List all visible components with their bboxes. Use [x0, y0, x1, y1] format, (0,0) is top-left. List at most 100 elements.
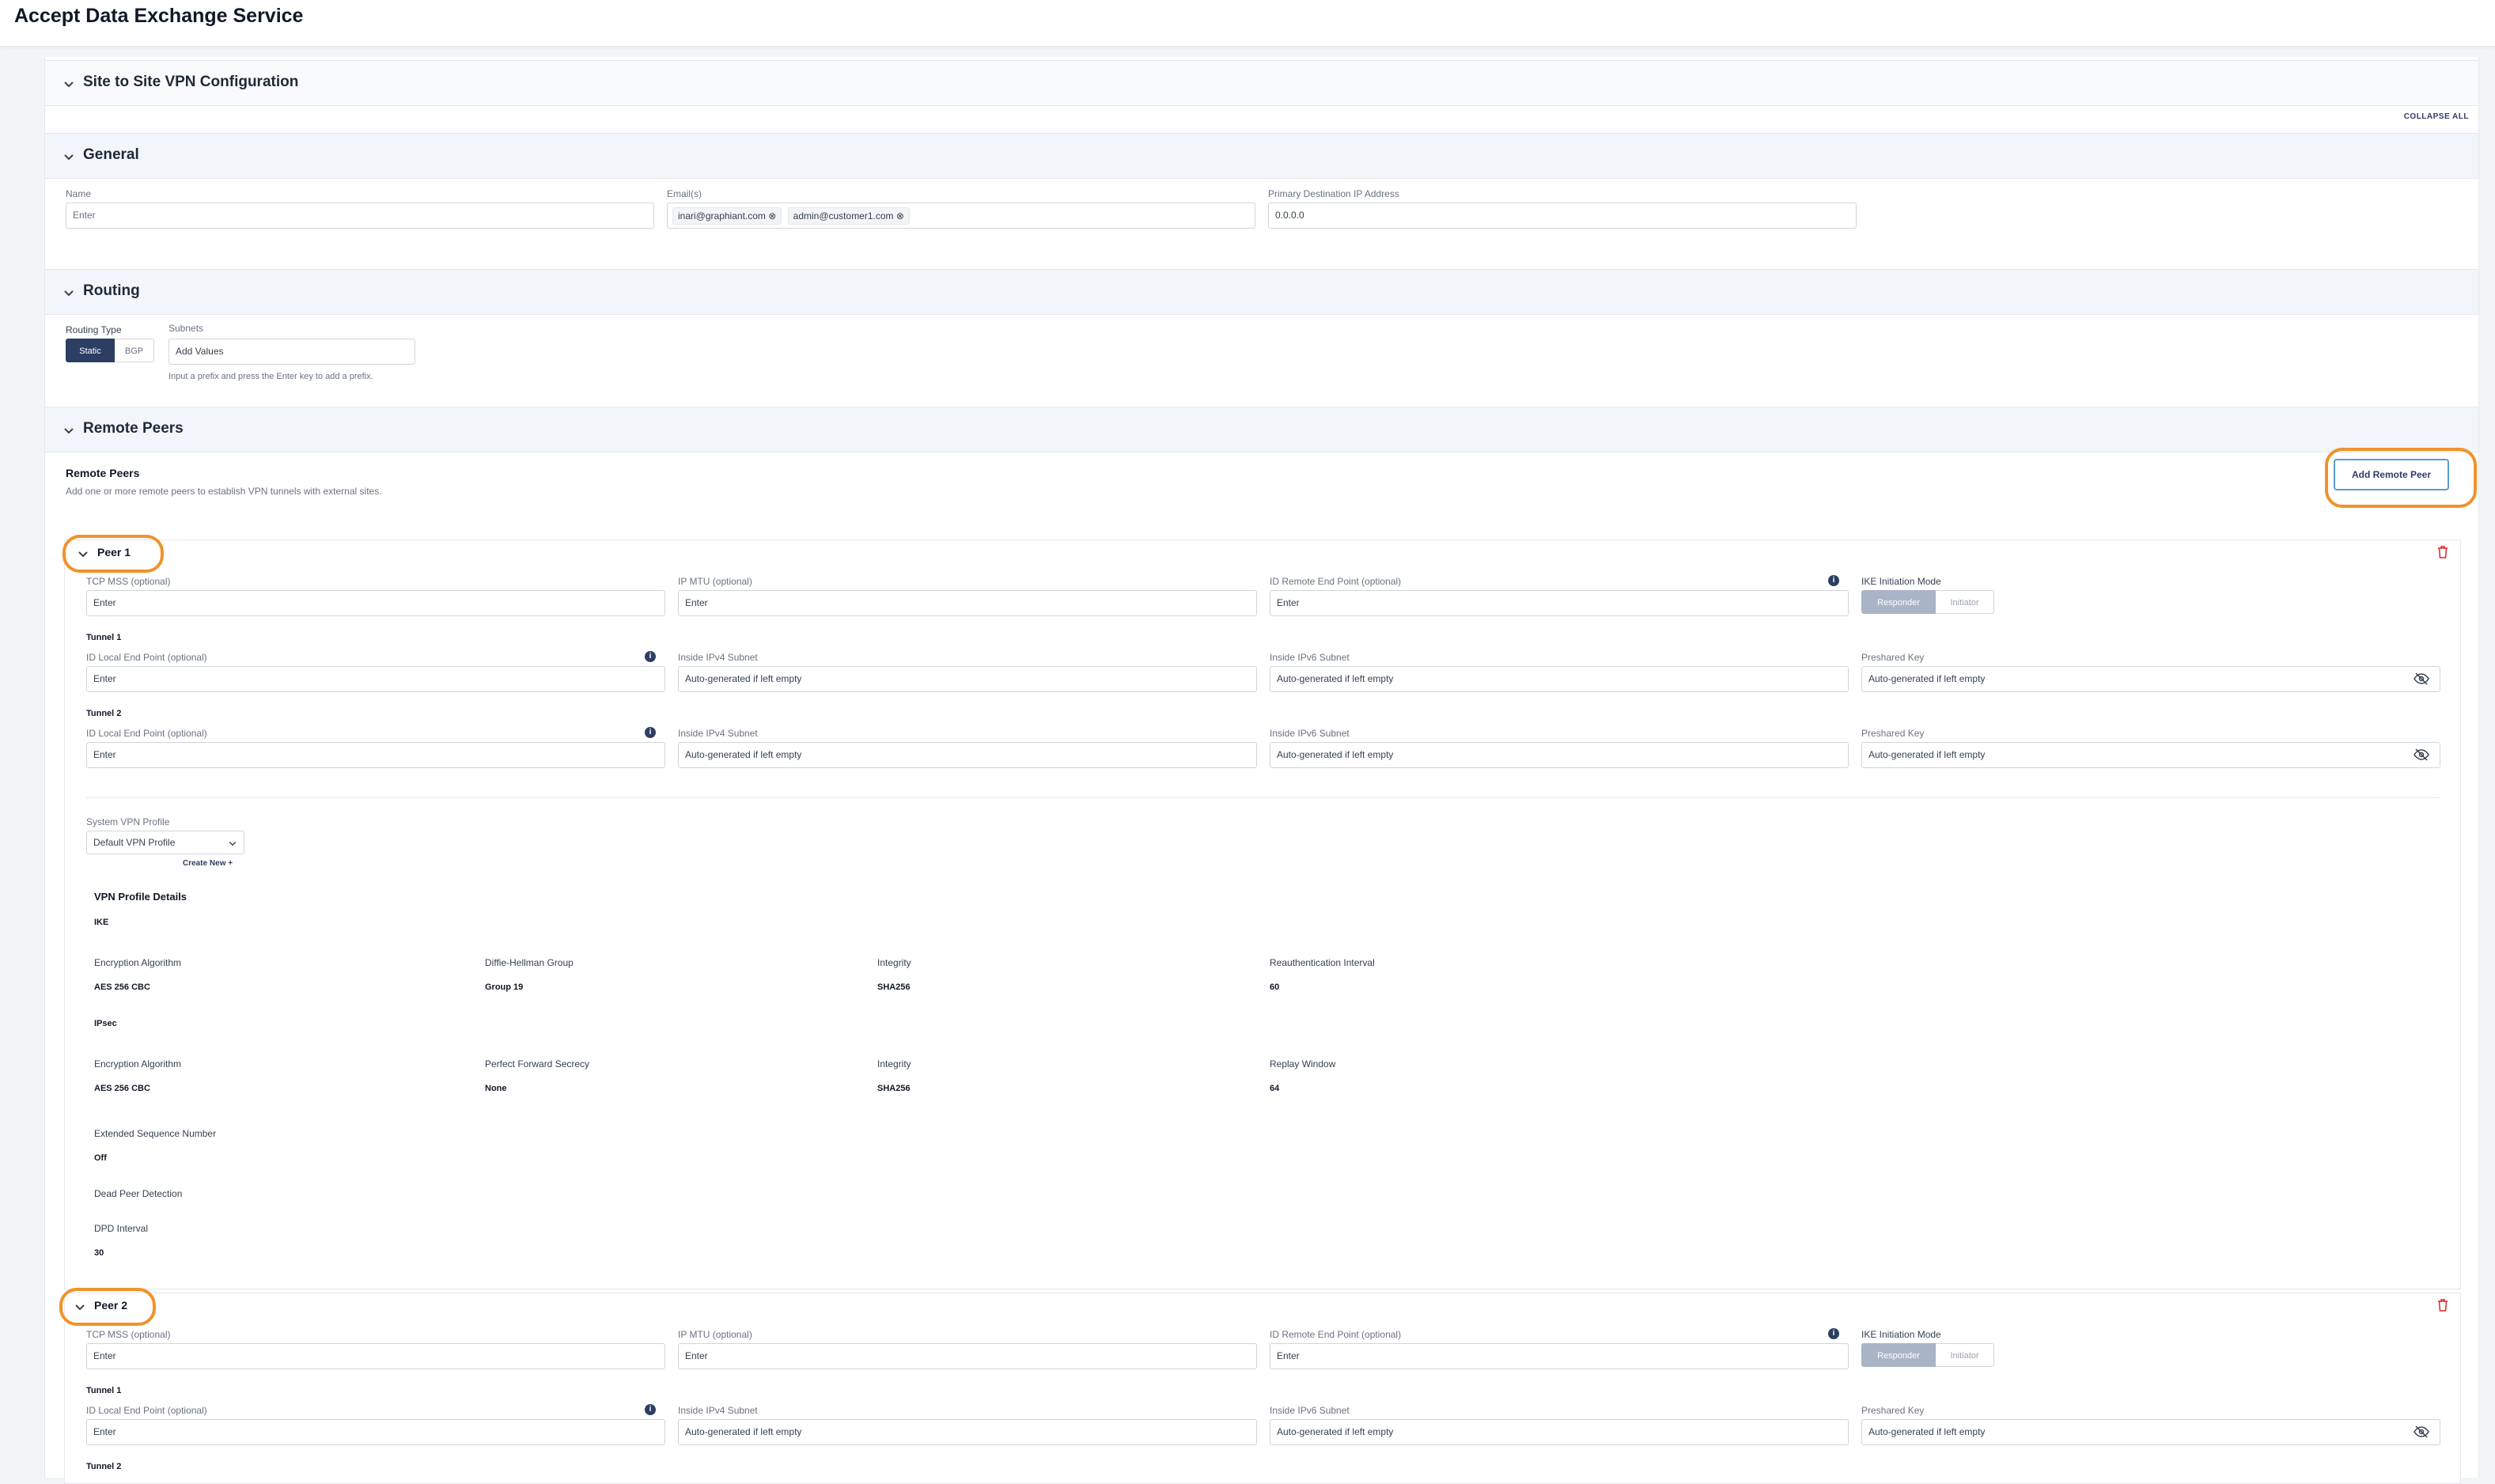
ike-initiator-button[interactable]: Initiator: [1936, 1343, 1994, 1367]
id-local-label: ID Local End Point (optional): [86, 1405, 207, 1416]
inside-ipv4-label: Inside IPv4 Subnet: [678, 1405, 758, 1416]
ike-title: IKE: [94, 918, 109, 927]
inside-ipv4-input[interactable]: Auto-generated if left empty: [678, 666, 1257, 692]
peer-title[interactable]: Peer 2: [94, 1299, 127, 1312]
info-icon[interactable]: i: [1828, 1328, 1839, 1339]
id-remote-label: ID Remote End Point (optional): [1270, 576, 1402, 587]
ike-mode-label: IKE Initiation Mode: [1861, 576, 1941, 587]
ike-dh-group-value: Group 19: [485, 982, 524, 992]
inside-ipv6-input[interactable]: Auto-generated if left empty: [1270, 742, 1849, 768]
inside-ipv6-input[interactable]: Auto-generated if left empty: [1270, 666, 1849, 692]
info-icon[interactable]: i: [1828, 575, 1839, 586]
preshared-key-input[interactable]: Auto-generated if left empty: [1861, 666, 2440, 692]
subnets-label: Subnets: [168, 323, 204, 334]
routing-static-button[interactable]: Static: [66, 339, 115, 362]
inside-ipv4-label: Inside IPv4 Subnet: [678, 652, 758, 663]
tunnel-1-label: Tunnel 1: [86, 633, 122, 642]
ike-integrity-label: Integrity: [877, 957, 911, 968]
name-input[interactable]: Enter: [66, 203, 654, 229]
ike-initiator-button[interactable]: Initiator: [1936, 590, 1994, 614]
trash-icon[interactable]: [2436, 545, 2449, 559]
remote-peers-description: Add one or more remote peers to establis…: [66, 486, 382, 497]
emails-label: Email(s): [667, 188, 702, 199]
ipsec-replay-label: Replay Window: [1270, 1058, 1336, 1069]
chevron-down-icon[interactable]: [74, 1300, 86, 1313]
subnets-input[interactable]: Add Values: [168, 339, 415, 365]
inside-ipv6-input[interactable]: Auto-generated if left empty: [1270, 1419, 1849, 1445]
chevron-down-icon[interactable]: [62, 150, 75, 163]
esn-label: Extended Sequence Number: [94, 1128, 217, 1139]
inside-ipv6-label: Inside IPv6 Subnet: [1270, 652, 1350, 663]
info-icon[interactable]: i: [645, 1404, 656, 1415]
id-local-label: ID Local End Point (optional): [86, 728, 207, 739]
tcp-mss-input[interactable]: Enter: [86, 590, 665, 616]
ike-integrity-value: SHA256: [877, 982, 911, 992]
ike-responder-button[interactable]: Responder: [1861, 1343, 1936, 1367]
add-remote-peer-button[interactable]: Add Remote Peer: [2334, 459, 2449, 490]
chevron-down-icon[interactable]: [62, 424, 75, 437]
tcp-mss-input[interactable]: Enter: [86, 1343, 665, 1369]
trash-icon[interactable]: [2436, 1298, 2449, 1312]
chevron-down-icon[interactable]: [62, 78, 75, 90]
id-remote-input[interactable]: Enter: [1270, 590, 1849, 616]
tcp-mss-label: TCP MSS (optional): [86, 576, 171, 587]
routing-bgp-button[interactable]: BGP: [115, 339, 154, 362]
remote-peers-heading: Remote Peers: [66, 467, 140, 479]
ike-dh-group-label: Diffie-Hellman Group: [485, 957, 574, 968]
id-local-input[interactable]: Enter: [86, 666, 665, 692]
info-icon[interactable]: i: [645, 727, 656, 738]
ip-mtu-input[interactable]: Enter: [678, 1343, 1257, 1369]
eye-off-icon[interactable]: [2414, 748, 2429, 761]
subnets-hint: Input a prefix and press the Enter key t…: [168, 372, 373, 381]
section-title-routing: Routing: [83, 282, 140, 299]
inside-ipv4-input[interactable]: Auto-generated if left empty: [678, 1419, 1257, 1445]
create-new-link[interactable]: Create New +: [183, 859, 233, 868]
ip-mtu-label: IP MTU (optional): [678, 576, 752, 587]
ipsec-replay-value: 64: [1270, 1084, 1280, 1093]
email-chip[interactable]: inari@graphiant.com ⊗: [672, 207, 782, 225]
primary-ip-label: Primary Destination IP Address: [1268, 188, 1399, 199]
id-remote-input[interactable]: Enter: [1270, 1343, 1849, 1369]
vpn-profile-details-title: VPN Profile Details: [94, 891, 187, 903]
preshared-key-input[interactable]: Auto-generated if left empty: [1861, 1419, 2440, 1445]
eye-off-icon[interactable]: [2414, 672, 2429, 685]
eye-off-icon[interactable]: [2414, 1425, 2429, 1438]
chevron-down-icon[interactable]: [77, 547, 89, 560]
routing-section-header[interactable]: Routing: [45, 269, 2478, 315]
chevron-down-icon[interactable]: [62, 286, 75, 299]
vpn-profile-select[interactable]: Default VPN Profile: [86, 831, 244, 854]
dpd-interval-label: DPD Interval: [94, 1223, 149, 1234]
divider: [86, 797, 2440, 798]
inside-ipv6-label: Inside IPv6 Subnet: [1270, 728, 1350, 739]
id-local-input[interactable]: Enter: [86, 1419, 665, 1445]
dpd-label: Dead Peer Detection: [94, 1188, 183, 1199]
ike-encryption-label: Encryption Algorithm: [94, 957, 182, 968]
tcp-mss-label: TCP MSS (optional): [86, 1329, 171, 1340]
page-title: Accept Data Exchange Service: [14, 5, 304, 27]
section-title-general: General: [83, 146, 139, 163]
remote-peers-section-header[interactable]: Remote Peers: [45, 407, 2478, 452]
email-chip[interactable]: admin@customer1.com ⊗: [787, 207, 910, 225]
general-section-header[interactable]: General: [45, 133, 2478, 179]
id-local-input[interactable]: Enter: [86, 742, 665, 768]
preshared-key-input[interactable]: Auto-generated if left empty: [1861, 742, 2440, 768]
peer-card-2: [64, 1293, 2461, 1484]
site-to-site-header[interactable]: Site to Site VPN Configuration: [45, 60, 2478, 106]
preshared-key-label: Preshared Key: [1861, 1405, 1925, 1416]
ipsec-encryption-value: AES 256 CBC: [94, 1084, 150, 1093]
peer-title[interactable]: Peer 1: [97, 546, 131, 558]
ipsec-pfs-value: None: [485, 1084, 507, 1093]
inside-ipv4-input[interactable]: Auto-generated if left empty: [678, 742, 1257, 768]
section-title-site-to-site: Site to Site VPN Configuration: [83, 74, 299, 90]
id-remote-label: ID Remote End Point (optional): [1270, 1329, 1402, 1340]
top-bar: Accept Data Exchange Service: [0, 0, 2495, 47]
emails-input[interactable]: inari@graphiant.com ⊗ admin@customer1.co…: [667, 203, 1255, 229]
info-icon[interactable]: i: [645, 651, 656, 662]
tunnel-2-label: Tunnel 2: [86, 709, 122, 718]
id-local-label: ID Local End Point (optional): [86, 652, 207, 663]
inside-ipv6-label: Inside IPv6 Subnet: [1270, 1405, 1350, 1416]
ike-responder-button[interactable]: Responder: [1861, 590, 1936, 614]
collapse-all-link[interactable]: COLLAPSE ALL: [2404, 112, 2469, 121]
primary-ip-input[interactable]: 0.0.0.0: [1268, 203, 1857, 229]
ip-mtu-input[interactable]: Enter: [678, 590, 1257, 616]
